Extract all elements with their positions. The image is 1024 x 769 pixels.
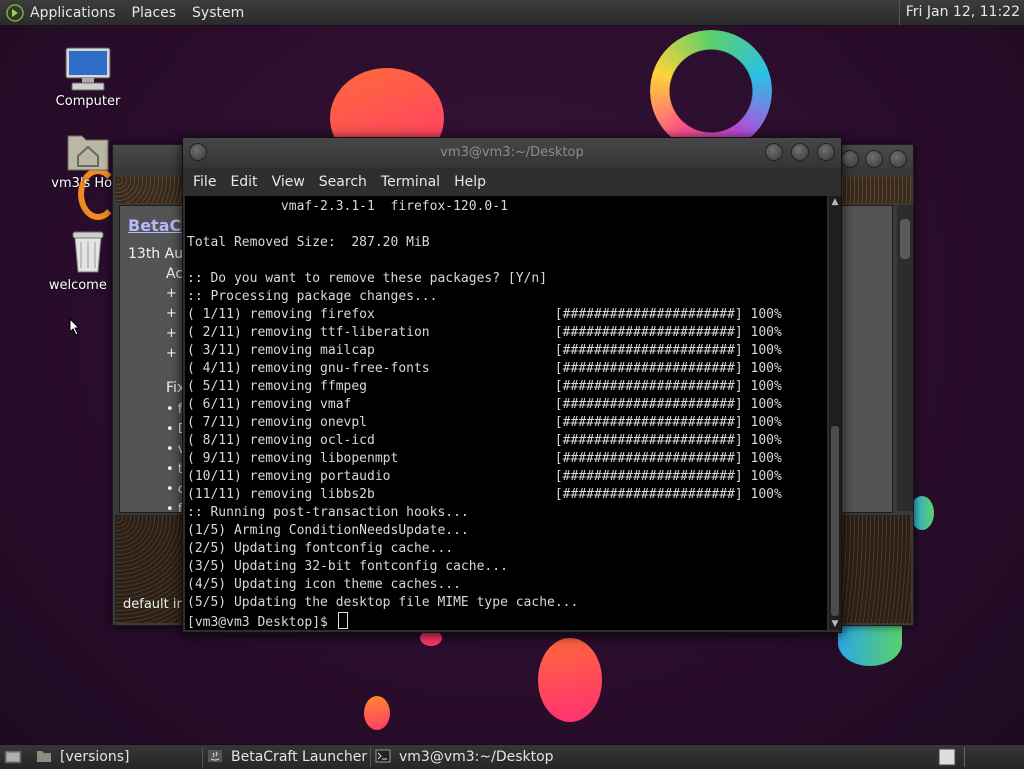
taskbar-item-label: vm3@vm3:~/Desktop	[399, 749, 554, 765]
terminal-line: (1/5) Arming ConditionNeedsUpdate...	[187, 523, 469, 538]
mouse-pointer-icon	[69, 318, 81, 336]
clock[interactable]: Fri Jan 12, 11:22	[898, 0, 1024, 25]
terminal-line: (10/11) removing portaudio [############…	[187, 469, 782, 484]
terminal-line: (5/5) Updating the desktop file MIME typ…	[187, 595, 579, 610]
java-icon	[208, 750, 222, 762]
window-title: vm3@vm3:~/Desktop	[440, 145, 584, 160]
minimize-button[interactable]	[841, 150, 859, 168]
menu-search[interactable]: Search	[319, 174, 367, 190]
terminal-line: :: Do you want to remove these packages?…	[187, 271, 548, 286]
home-folder-icon	[67, 135, 109, 171]
scroll-up-arrow-icon[interactable]: ▲	[829, 196, 841, 208]
terminal-window[interactable]: vm3@vm3:~/Desktop File Edit View Search …	[182, 137, 842, 633]
terminal-line: ( 3/11) removing mailcap [##############…	[187, 343, 782, 358]
desktop-icon-computer[interactable]: Computer	[40, 46, 136, 109]
terminal-line: ( 4/11) removing gnu-free-fonts [#######…	[187, 361, 782, 376]
terminal-line: :: Processing package changes...	[187, 289, 438, 304]
window-titlebar[interactable]: vm3@vm3:~/Desktop	[183, 138, 841, 168]
menu-edit[interactable]: Edit	[230, 174, 257, 190]
terminal-line: (11/11) removing libbs2b [##############…	[187, 487, 782, 502]
changelog-heading-added: Ac	[166, 266, 184, 282]
terminal-line: ( 6/11) removing vmaf [#################…	[187, 397, 782, 412]
terminal-line: ( 9/11) removing libopenmpt [###########…	[187, 451, 782, 466]
prompt-text: [vm3@vm3 Desktop]$	[187, 615, 336, 630]
changelog-scrollbar[interactable]	[897, 205, 913, 511]
terminal-output[interactable]: vmaf-2.3.1-1 firefox-120.0-1 Total Remove…	[185, 196, 827, 630]
terminal-scrollbar[interactable]: ▲ ▼	[829, 196, 841, 630]
taskbar-item-label: BetaCraft Launcher ...	[231, 749, 371, 765]
menu-view[interactable]: View	[272, 174, 305, 190]
taskbar-item-terminal[interactable]: vm3@vm3:~/Desktop	[370, 747, 555, 767]
terminal-line: :: Running post-transaction hooks...	[187, 505, 469, 520]
menu-places[interactable]: Places	[132, 5, 177, 21]
distro-logo-icon[interactable]	[6, 3, 24, 22]
menu-help[interactable]: Help	[454, 174, 486, 190]
minimize-button[interactable]	[765, 143, 783, 161]
terminal-line: ( 2/11) removing ttf-liberation [#######…	[187, 325, 782, 340]
wallpaper-blue-blob	[838, 620, 902, 666]
terminal-line: Total Removed Size: 287.20 MiB	[187, 235, 430, 250]
terminal-line: ( 7/11) removing onevpl [###############…	[187, 415, 782, 430]
menu-system[interactable]: System	[192, 5, 244, 21]
terminal-line: ( 5/11) removing ffmpeg [###############…	[187, 379, 782, 394]
maximize-button[interactable]	[865, 150, 883, 168]
terminal-line: (3/5) Updating 32-bit fontconfig cache..…	[187, 559, 508, 574]
terminal-prompt[interactable]: [vm3@vm3 Desktop]$	[187, 612, 348, 630]
trash-icon	[72, 231, 104, 273]
desktop-icon-label: Computer	[55, 94, 121, 109]
terminal-line: ( 1/11) removing firefox [##############…	[187, 307, 782, 322]
taskbar-item-label: [versions]	[60, 749, 130, 765]
taskbar-item-versions[interactable]: [versions]	[36, 747, 196, 767]
menu-terminal[interactable]: Terminal	[381, 174, 440, 190]
terminal-cursor	[337, 612, 348, 629]
close-button[interactable]	[889, 150, 907, 168]
terminal-line: (4/5) Updating icon theme caches...	[187, 577, 461, 592]
menu-file[interactable]: File	[193, 174, 216, 190]
terminal-line: vmaf-2.3.1-1 firefox-120.0-1	[187, 199, 508, 214]
taskbar-item-betacraft[interactable]: BetaCraft Launcher ...	[202, 747, 371, 767]
terminal-line: (2/5) Updating fontconfig cache...	[187, 541, 454, 556]
scrollbar-thumb[interactable]	[831, 426, 839, 616]
terminal-icon	[375, 749, 391, 763]
close-button[interactable]	[817, 143, 835, 161]
terminal-menubar: File Edit View Search Terminal Help	[183, 168, 841, 196]
wallpaper-ring	[650, 30, 772, 152]
computer-icon	[65, 47, 111, 91]
panel-divider	[964, 747, 965, 767]
wallpaper-small-blob	[364, 696, 390, 730]
scroll-down-arrow-icon[interactable]: ▼	[829, 618, 841, 630]
scrollbar-thumb[interactable]	[900, 219, 910, 259]
wallpaper-pink-blob	[538, 638, 602, 722]
maximize-button[interactable]	[791, 143, 809, 161]
show-desktop-icon[interactable]	[4, 749, 22, 765]
workspace-switcher-icon[interactable]	[938, 748, 956, 766]
bottom-panel: [versions] BetaCraft Launcher ... vm3@vm…	[0, 744, 1024, 769]
terminal-line: ( 8/11) removing ocl-icd [##############…	[187, 433, 782, 448]
folder-icon	[37, 751, 51, 762]
top-panel: Applications Places System Fri Jan 12, 1…	[0, 0, 1024, 26]
menu-applications[interactable]: Applications	[30, 5, 116, 21]
